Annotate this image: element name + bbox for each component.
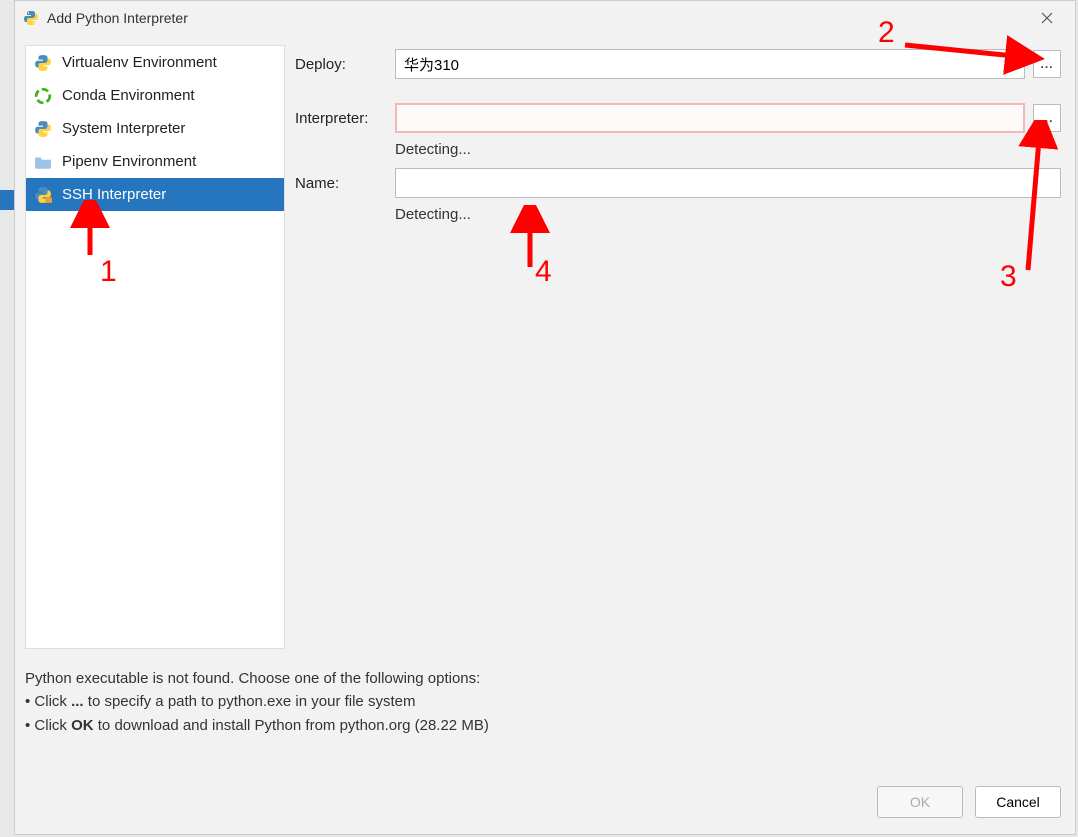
- interpreter-status: Detecting...: [395, 139, 1061, 168]
- python-remote-icon: [34, 186, 52, 204]
- interpreter-browse-button[interactable]: ...: [1033, 104, 1061, 132]
- folder-icon: [34, 153, 52, 171]
- sidebar-item-label: System Interpreter: [62, 120, 185, 137]
- name-status: Detecting...: [395, 204, 1061, 233]
- chevron-down-icon: [1006, 56, 1016, 73]
- sidebar-item-virtualenv[interactable]: Virtualenv Environment: [26, 46, 284, 79]
- dialog-title: Add Python Interpreter: [47, 10, 1027, 26]
- info-line-1: Python executable is not found. Choose o…: [25, 667, 1061, 690]
- conda-icon: [34, 87, 52, 105]
- info-line-3: • Click OK to download and install Pytho…: [25, 714, 1061, 737]
- sidebar-item-ssh[interactable]: SSH Interpreter: [26, 178, 284, 211]
- sidebar-item-conda[interactable]: Conda Environment: [26, 79, 284, 112]
- sidebar-item-system[interactable]: System Interpreter: [26, 112, 284, 145]
- deploy-label: Deploy:: [295, 56, 395, 73]
- background-strip: [0, 190, 14, 210]
- button-bar: OK Cancel: [877, 786, 1061, 818]
- close-button[interactable]: [1027, 4, 1067, 32]
- deploy-browse-button[interactable]: ...: [1033, 50, 1061, 78]
- close-icon: [1041, 12, 1053, 24]
- interpreter-label: Interpreter:: [295, 110, 395, 127]
- info-line-2: • Click ... to specify a path to python.…: [25, 690, 1061, 713]
- python-icon: [23, 10, 39, 26]
- interpreter-input[interactable]: [395, 103, 1025, 133]
- form-area: Deploy: 华为310 ... Interpreter: ... Det: [285, 45, 1061, 649]
- sidebar-item-label: Virtualenv Environment: [62, 54, 217, 71]
- name-input[interactable]: [395, 168, 1061, 198]
- add-interpreter-dialog: Add Python Interpreter Virtualenv Enviro…: [14, 0, 1076, 835]
- sidebar-item-label: SSH Interpreter: [62, 186, 166, 203]
- name-label: Name:: [295, 175, 395, 192]
- info-block: Python executable is not found. Choose o…: [25, 667, 1061, 737]
- sidebar-item-label: Conda Environment: [62, 87, 195, 104]
- dialog-content: Virtualenv Environment Conda Environment…: [15, 35, 1075, 834]
- sidebar-item-pipenv[interactable]: Pipenv Environment: [26, 145, 284, 178]
- python-icon: [34, 120, 52, 138]
- sidebar-item-label: Pipenv Environment: [62, 153, 196, 170]
- cancel-button[interactable]: Cancel: [975, 786, 1061, 818]
- titlebar: Add Python Interpreter: [15, 1, 1075, 35]
- interpreter-type-list: Virtualenv Environment Conda Environment…: [25, 45, 285, 649]
- python-icon: [34, 54, 52, 72]
- main-area: Virtualenv Environment Conda Environment…: [25, 45, 1061, 649]
- ok-button[interactable]: OK: [877, 786, 963, 818]
- deploy-combo[interactable]: 华为310: [395, 49, 1025, 79]
- deploy-value: 华为310: [404, 54, 459, 75]
